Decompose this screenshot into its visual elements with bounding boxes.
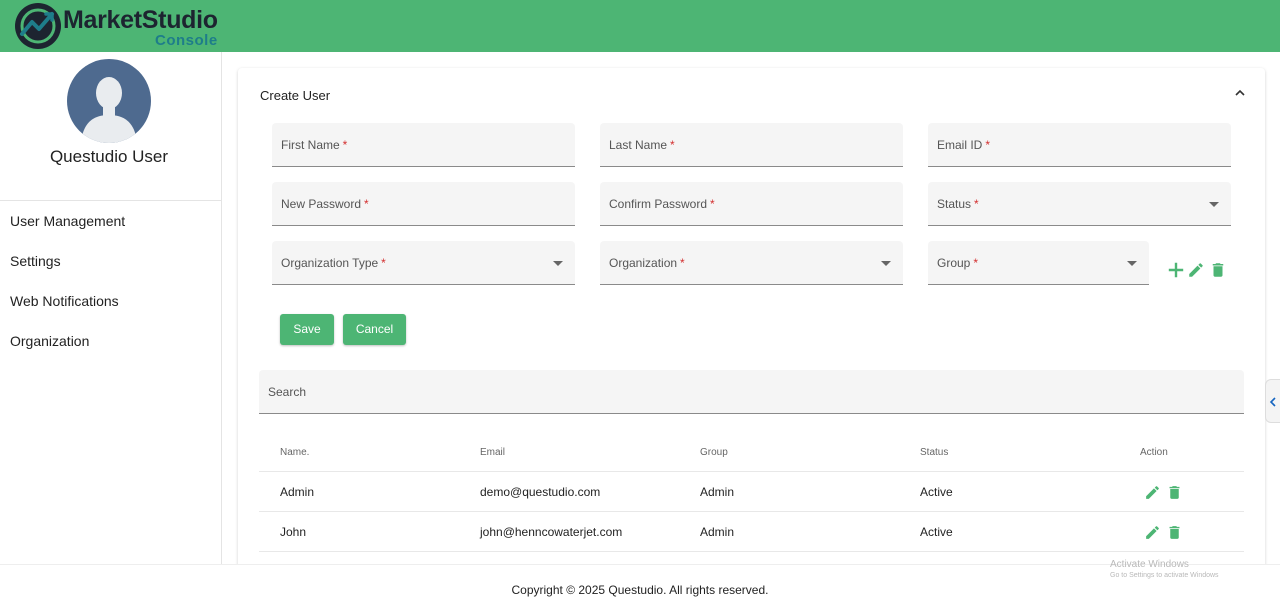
cell-group: Admin bbox=[700, 525, 735, 539]
organization-label: Organization bbox=[609, 256, 678, 270]
trash-icon[interactable] bbox=[1166, 484, 1183, 501]
required-marker: * bbox=[364, 197, 369, 211]
footer: Copyright © 2025 Questudio. All rights r… bbox=[0, 564, 1280, 606]
card-title: Create User bbox=[260, 88, 331, 103]
required-marker: * bbox=[680, 256, 685, 270]
sidebar-item-web-notifications[interactable]: Web Notifications bbox=[0, 281, 221, 321]
sidebar-item-user-management[interactable]: User Management bbox=[0, 201, 221, 241]
organization-type-select[interactable]: Organization Type * bbox=[272, 241, 575, 285]
create-user-card: Create User First Name * Last Name * Email… bbox=[238, 68, 1265, 588]
brand-name: MarketStudio bbox=[63, 6, 218, 34]
new-password-field[interactable]: New Password * bbox=[272, 182, 575, 226]
sidebar-nav: User Management Settings Web Notificatio… bbox=[0, 201, 221, 361]
confirm-password-label: Confirm Password bbox=[609, 197, 708, 211]
column-header-group: Group bbox=[700, 447, 728, 458]
required-marker: * bbox=[973, 256, 979, 270]
required-marker: * bbox=[342, 138, 348, 152]
sidebar-item-organization[interactable]: Organization bbox=[0, 321, 221, 361]
sidebar-item-settings[interactable]: Settings bbox=[0, 241, 221, 281]
chevron-up-icon[interactable] bbox=[1233, 86, 1247, 100]
confirm-password-field[interactable]: Confirm Password * bbox=[600, 182, 903, 226]
user-silhouette-icon bbox=[81, 77, 137, 143]
organization-select[interactable]: Organization * bbox=[600, 241, 903, 285]
pencil-icon[interactable] bbox=[1144, 524, 1161, 541]
table-header: Name. Email Group Status Action bbox=[259, 432, 1244, 472]
top-bar: MarketStudio Console bbox=[0, 0, 1280, 52]
users-table: Name. Email Group Status Action Admin de… bbox=[259, 432, 1244, 552]
plus-icon[interactable] bbox=[1167, 261, 1185, 279]
brand-sub: Console bbox=[155, 32, 218, 49]
copyright-text: Copyright © 2025 Questudio. All rights r… bbox=[511, 583, 769, 597]
last-name-field[interactable]: Last Name * bbox=[600, 123, 903, 167]
cancel-button[interactable]: Cancel bbox=[343, 314, 406, 345]
first-name-label: First Name bbox=[281, 138, 340, 152]
dropdown-caret-icon bbox=[553, 261, 563, 266]
column-header-action: Action bbox=[1140, 447, 1168, 458]
new-password-label: New Password bbox=[281, 197, 362, 211]
required-marker: * bbox=[974, 197, 979, 211]
dropdown-caret-icon bbox=[881, 261, 891, 266]
chevron-left-icon bbox=[1269, 397, 1276, 407]
avatar[interactable] bbox=[67, 59, 151, 143]
required-marker: * bbox=[985, 138, 991, 152]
status-label: Status bbox=[937, 197, 972, 211]
windows-activation-watermark: Activate Windows Go to Settings to activ… bbox=[1110, 559, 1219, 579]
trash-icon[interactable] bbox=[1209, 261, 1227, 279]
trash-icon[interactable] bbox=[1166, 524, 1183, 541]
pencil-icon[interactable] bbox=[1187, 261, 1205, 279]
save-button[interactable]: Save bbox=[280, 314, 334, 345]
email-label: Email ID bbox=[937, 138, 983, 152]
cell-status: Active bbox=[920, 525, 953, 539]
group-select[interactable]: Group * bbox=[928, 241, 1149, 285]
cell-status: Active bbox=[920, 485, 953, 499]
pencil-icon[interactable] bbox=[1144, 484, 1161, 501]
organization-type-label: Organization Type bbox=[281, 256, 379, 270]
required-marker: * bbox=[710, 197, 715, 211]
group-label: Group bbox=[937, 256, 971, 270]
column-header-status: Status bbox=[920, 447, 949, 458]
dropdown-caret-icon bbox=[1127, 261, 1137, 266]
required-marker: * bbox=[670, 138, 675, 152]
table-row: Admin demo@questudio.com Admin Active bbox=[259, 472, 1244, 512]
sidebar: Questudio User User Management Settings … bbox=[0, 52, 222, 564]
cell-email: demo@questudio.com bbox=[480, 485, 601, 499]
table-row: John john@henncowaterjet.com Admin Activ… bbox=[259, 512, 1244, 552]
user-name: Questudio User bbox=[49, 147, 169, 166]
logo-mark-icon bbox=[15, 3, 61, 49]
email-field[interactable]: Email ID * bbox=[928, 123, 1231, 167]
column-header-name: Name. bbox=[280, 447, 310, 458]
cell-group: Admin bbox=[700, 485, 735, 499]
first-name-field[interactable]: First Name * bbox=[272, 123, 575, 167]
cell-name: Admin bbox=[280, 485, 315, 499]
cell-name: John bbox=[280, 525, 307, 539]
required-marker: * bbox=[381, 256, 386, 270]
dropdown-caret-icon bbox=[1209, 202, 1219, 207]
watermark-subtitle: Go to Settings to activate Windows bbox=[1110, 572, 1219, 579]
status-select[interactable]: Status * bbox=[928, 182, 1231, 226]
search-input[interactable]: Search bbox=[259, 370, 1244, 414]
search-placeholder: Search bbox=[268, 385, 307, 399]
group-actions bbox=[1167, 261, 1237, 283]
logo[interactable]: MarketStudio Console bbox=[14, 2, 224, 50]
column-header-email: Email bbox=[480, 447, 506, 458]
side-panel-toggle[interactable] bbox=[1265, 379, 1280, 423]
cell-email: john@henncowaterjet.com bbox=[480, 525, 623, 539]
last-name-label: Last Name bbox=[609, 138, 668, 152]
watermark-title: Activate Windows bbox=[1110, 559, 1189, 570]
